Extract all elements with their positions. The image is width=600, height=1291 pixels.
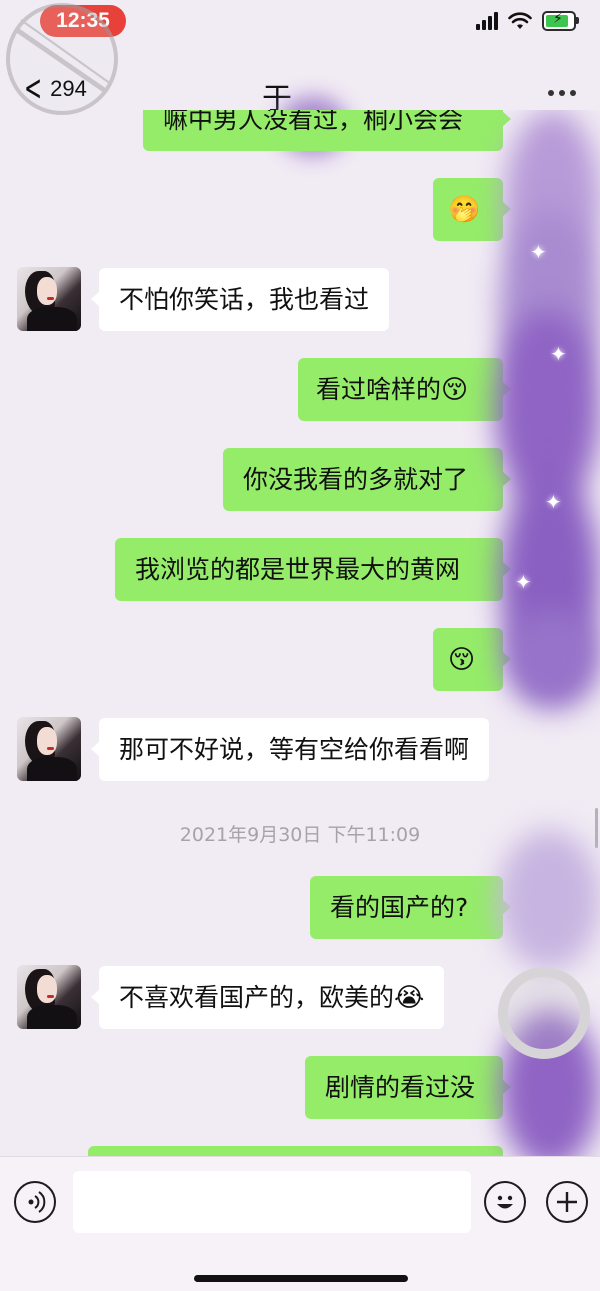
message-bubble-out[interactable]: 看的国产的? [310, 876, 511, 939]
sparkle-icon: ✦ [515, 570, 532, 594]
home-indicator[interactable] [194, 1275, 408, 1282]
chevron-left-icon: < [24, 68, 43, 109]
message-bubble-out[interactable]: 🤭 [433, 178, 511, 241]
sparkle-icon: ✦ [545, 490, 562, 514]
unread-count: 294 [50, 76, 87, 101]
message-input[interactable] [73, 1171, 471, 1233]
plus-icon[interactable] [546, 1181, 588, 1223]
covering-mouth-emoji: 🤭 [448, 195, 481, 225]
censor-overlay [505, 610, 600, 710]
battery-icon: ⚡ [542, 11, 579, 31]
kissing-emoji: 😚 [448, 645, 476, 675]
sparkle-icon: ✦ [530, 240, 547, 264]
signal-icon [476, 12, 498, 30]
message-bubble-out[interactable]: 😚 [433, 628, 511, 691]
message-bubble-in[interactable]: 不怕你笑话，我也看过 [90, 268, 390, 331]
message-bubble-out[interactable]: 我浏览的都是世界最大的黄网 [115, 538, 511, 601]
assistive-touch-button[interactable] [498, 967, 590, 1059]
kissing-emoji: 😚 [441, 375, 469, 405]
message-bubble-in[interactable]: 不喜欢看国产的，欧美的😭 [90, 966, 445, 1029]
avatar[interactable] [17, 965, 81, 1029]
status-icons: ⚡ [476, 11, 579, 31]
message-timestamp: 2021年9月30日 下午11:09 [179, 824, 421, 846]
message-bubble-out[interactable]: 看过啥样的😚 [298, 358, 511, 421]
input-bar [0, 1156, 600, 1291]
message-bubble-out[interactable]: 你没我看的多就对了 [223, 448, 511, 511]
sparkle-icon: ✦ [550, 342, 567, 366]
message-bubble-out[interactable]: 剧情的看过没 [305, 1056, 511, 1119]
voice-icon[interactable] [14, 1181, 56, 1223]
censor-overlay [498, 830, 600, 970]
back-button[interactable]: < 294 [18, 68, 87, 109]
emoji-icon[interactable] [484, 1181, 526, 1223]
message-bubble-out[interactable]: 嘛中男人没看过，桐小会会 [143, 110, 511, 151]
wifi-icon [508, 12, 532, 29]
avatar[interactable] [17, 267, 81, 331]
crying-emoji: 😭 [394, 983, 425, 1013]
more-icon[interactable] [548, 90, 576, 96]
message-bubble-out[interactable] [88, 1146, 503, 1156]
scrollbar[interactable] [595, 808, 598, 848]
message-bubble-in[interactable]: 那可不好说，等有空给你看看啊 [90, 718, 490, 781]
avatar[interactable] [17, 717, 81, 781]
